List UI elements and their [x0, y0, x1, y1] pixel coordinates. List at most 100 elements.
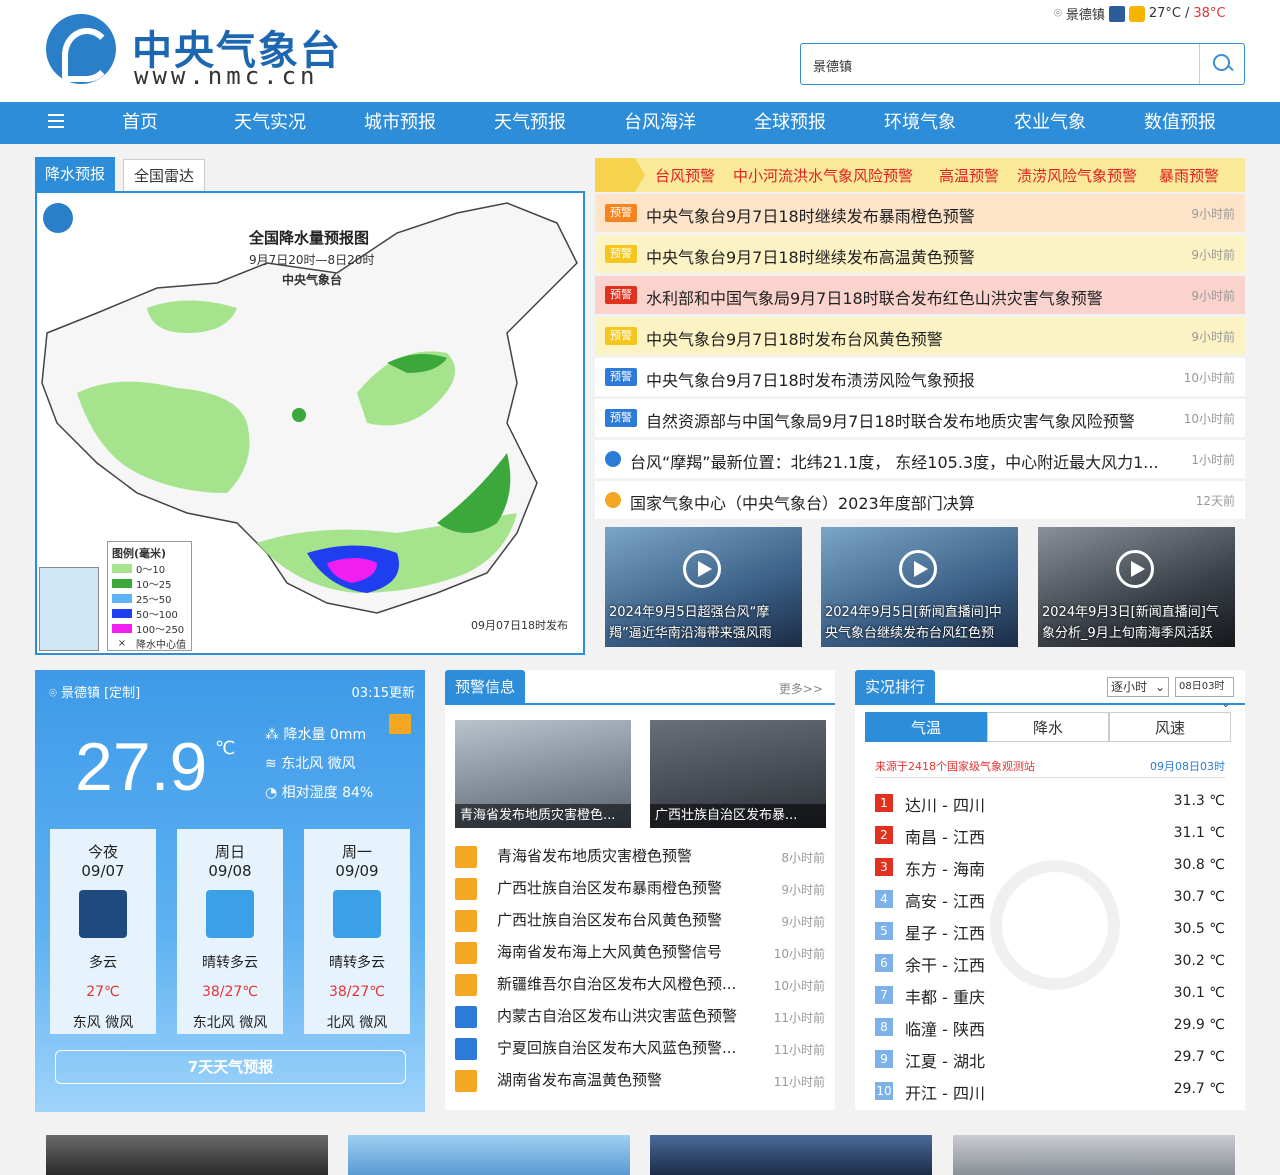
play-icon[interactable] [683, 550, 721, 588]
alarm-thumbnail-caption: 青海省发布地质灾害橙色... [455, 804, 631, 828]
warning-row[interactable]: 预警 中央气象台9月7日18时继续发布暴雨橙色预警 9小时前 [595, 194, 1245, 232]
top-weather[interactable]: ⌾ 景德镇 27°C / 38°C [1054, 4, 1225, 23]
ranking-title[interactable]: 实况排行 [855, 670, 936, 704]
rank-number: 4 [875, 890, 893, 908]
video-caption: 2024年9月3日[新闻直播间]气象分析_9月上旬南海季风活跃 [1042, 605, 1219, 641]
ranking-row[interactable]: 6 余干 - 江西 30.2 ℃ [875, 948, 1225, 980]
search-box: 景德镇 [800, 43, 1245, 85]
nav-item-home[interactable]: 首页 [75, 102, 205, 144]
rain-amount: ⁂ 降水量 0mm [265, 724, 366, 744]
period-select-value: 逐小时 [1111, 680, 1148, 694]
warning-time: 9小时前 [1191, 248, 1235, 262]
warning-row[interactable]: 预警 中央气象台9月7日18时继续发布高温黄色预警 9小时前 [595, 235, 1245, 273]
weather-location[interactable]: ⌾ 景德镇 [定制] [49, 682, 140, 701]
forecast-day-card[interactable]: 今夜 09/07 多云 27℃ 东风 微风 [50, 829, 156, 1034]
warning-row[interactable]: 预警 自然资源部与中国气象局9月7日18时联合发布地质灾害气象风险预警 10小时前 [595, 399, 1245, 437]
logo-icon[interactable] [46, 14, 116, 84]
warning-text: 国家气象中心（中央气象台）2023年度部门决算 [630, 494, 975, 513]
more-link[interactable]: 更多>> [779, 680, 823, 697]
warning-row[interactable]: 预警 中央气象台9月7日18时发布渍涝风险气象预报 10小时前 [595, 358, 1245, 396]
nav-item-numerical[interactable]: 数值预报 [1115, 102, 1245, 144]
ranking-time: 09月08日03时 [1150, 760, 1225, 773]
alarm-row[interactable]: 宁夏回族自治区发布大风蓝色预警... 11小时前 [455, 1034, 825, 1066]
forecast-day-card[interactable]: 周日 09/08 晴转多云 38/27℃ 东北风 微风 [177, 829, 283, 1034]
warning-link-rainstorm[interactable]: 暴雨预警 [1159, 165, 1219, 186]
cloud-night-icon [1108, 5, 1125, 22]
ranking-row[interactable]: 10 开江 - 四川 29.7 ℃ [875, 1076, 1225, 1108]
logo-url[interactable]: www.nmc.cn [134, 62, 319, 90]
warning-link-typhoon[interactable]: 台风预警 [655, 165, 715, 186]
tab-rain-forecast[interactable]: 降水预报 [35, 157, 116, 191]
humidity-info: ◔ 相对湿度 84% [265, 782, 373, 802]
tab-wind-speed[interactable]: 风速 [1109, 712, 1231, 742]
ranking-row[interactable]: 4 高安 - 江西 30.7 ℃ [875, 884, 1225, 916]
rank-city: 南昌 - 江西 [905, 828, 985, 847]
nav-item-weather-forecast[interactable]: 天气预报 [465, 102, 595, 144]
ranking-row[interactable]: 5 星子 - 江西 30.5 ℃ [875, 916, 1225, 948]
legend-title: 图例(毫米) [112, 547, 167, 560]
tab-precipitation[interactable]: 降水 [987, 712, 1109, 742]
ranking-row[interactable]: 7 丰都 - 重庆 30.1 ℃ [875, 980, 1225, 1012]
legend-swatch [112, 564, 132, 573]
nav-item-agriculture[interactable]: 农业气象 [985, 102, 1115, 144]
bottom-image[interactable] [46, 1135, 328, 1175]
play-icon[interactable] [899, 550, 937, 588]
ranking-row[interactable]: 8 临潼 - 陕西 29.9 ℃ [875, 1012, 1225, 1044]
nav-item-city-forecast[interactable]: 城市预报 [335, 102, 465, 144]
bottom-image[interactable] [953, 1135, 1235, 1175]
local-weather-card: ⌾ 景德镇 [定制] 03:15更新 27.9 ℃ ⁂ 降水量 0mm ≋ 东北… [35, 670, 425, 1112]
rank-value: 30.8 ℃ [1173, 857, 1225, 873]
ranking-row[interactable]: 3 东方 - 海南 30.8 ℃ [875, 852, 1225, 884]
alarm-row[interactable]: 内蒙古自治区发布山洪灾害蓝色预警 11小时前 [455, 1002, 825, 1034]
warning-category-bar: 台风预警 中小河流洪水气象风险预警 高温预警 渍涝风险气象预警 暴雨预警 [595, 158, 1245, 192]
bottom-image[interactable] [348, 1135, 630, 1175]
warning-row[interactable]: 台风“摩羯”最新位置：北纬21.1度， 东经105.3度，中心附近最大风力1..… [595, 440, 1245, 478]
rank-value: 30.5 ℃ [1173, 921, 1225, 937]
alarm-row[interactable]: 新疆维吾尔自治区发布大风橙色预... 10小时前 [455, 970, 825, 1002]
alarm-info-panel: 预警信息 更多>> 青海省发布地质灾害橙色... 广西壮族自治区发布暴... 青… [445, 670, 835, 1110]
tab-temperature[interactable]: 气温 [865, 712, 987, 742]
nav-item-observation[interactable]: 天气实况 [205, 102, 335, 144]
warning-link-heat[interactable]: 高温预警 [939, 165, 999, 186]
period-select[interactable]: 逐小时 ⌄ [1107, 677, 1169, 697]
search-input[interactable]: 景德镇 [813, 56, 852, 75]
day-temperature: 27℃ [86, 984, 120, 1000]
alarm-row[interactable]: 湖南省发布高温黄色预警 11小时前 [455, 1066, 825, 1098]
video-card[interactable]: 2024年9月5日[新闻直播间]中央气象台继续发布台风红色预 [821, 527, 1018, 647]
warning-row[interactable]: 国家气象中心（中央气象台）2023年度部门决算 12天前 [595, 481, 1245, 519]
video-card[interactable]: 2024年9月5日超强台风“摩羯”逼近华南沿海带来强风雨 [605, 527, 802, 647]
divider [875, 777, 1225, 778]
alarm-row[interactable]: 广西壮族自治区发布台风黄色预警 9小时前 [455, 906, 825, 938]
play-icon[interactable] [1116, 550, 1154, 588]
ranking-row[interactable]: 2 南昌 - 江西 31.1 ℃ [875, 820, 1225, 852]
warning-link-flood[interactable]: 中小河流洪水气象风险预警 [733, 165, 913, 186]
legend-swatch [112, 594, 132, 603]
alarm-thumbnail[interactable]: 青海省发布地质灾害橙色... [455, 720, 631, 828]
nav-item-global[interactable]: 全球预报 [725, 102, 855, 144]
search-icon[interactable] [1199, 44, 1244, 84]
bottom-image[interactable] [650, 1135, 932, 1175]
divider [445, 703, 835, 705]
alarm-row[interactable]: 青海省发布地质灾害橙色预警 8小时前 [455, 842, 825, 874]
video-card[interactable]: 2024年9月3日[新闻直播间]气象分析_9月上旬南海季风活跃 [1038, 527, 1235, 647]
forecast-day-card[interactable]: 周一 09/09 晴转多云 38/27℃ 北风 微风 [304, 829, 410, 1034]
divider [855, 703, 1245, 705]
warning-row[interactable]: 预警 水利部和中国气象局9月7日18时联合发布红色山洪灾害气象预警 9小时前 [595, 276, 1245, 314]
alarm-row[interactable]: 广西壮族自治区发布暴雨橙色预警 9小时前 [455, 874, 825, 906]
warning-link-waterlog[interactable]: 渍涝风险气象预警 [1017, 165, 1137, 186]
alarm-row[interactable]: 海南省发布海上大风黄色预警信号 10小时前 [455, 938, 825, 970]
ranking-row[interactable]: 1 达川 - 四川 31.3 ℃ [875, 788, 1225, 820]
time-select[interactable]: 08日03时 ⌄ [1175, 677, 1234, 710]
warning-row[interactable]: 预警 中央气象台9月7日18时发布台风黄色预警 9小时前 [595, 317, 1245, 355]
nav-item-environment[interactable]: 环境气象 [855, 102, 985, 144]
home-icon[interactable] [389, 714, 411, 734]
ranking-row[interactable]: 9 江夏 - 湖北 29.7 ℃ [875, 1044, 1225, 1076]
alarm-info-title[interactable]: 预警信息 [445, 670, 526, 704]
menu-icon[interactable] [48, 114, 64, 130]
nav-item-typhoon[interactable]: 台风海洋 [595, 102, 725, 144]
alarm-thumbnail[interactable]: 广西壮族自治区发布暴... [650, 720, 826, 828]
droplet-icon: ◔ [265, 785, 282, 801]
seven-day-forecast-button[interactable]: 7天天气预报 [55, 1050, 406, 1084]
rain-map[interactable]: 全国降水量预报图 9月7日20时—8日20时 中央气象台 图例(毫米) 0～10… [35, 191, 585, 655]
tab-national-radar[interactable]: 全国雷达 [123, 159, 206, 191]
